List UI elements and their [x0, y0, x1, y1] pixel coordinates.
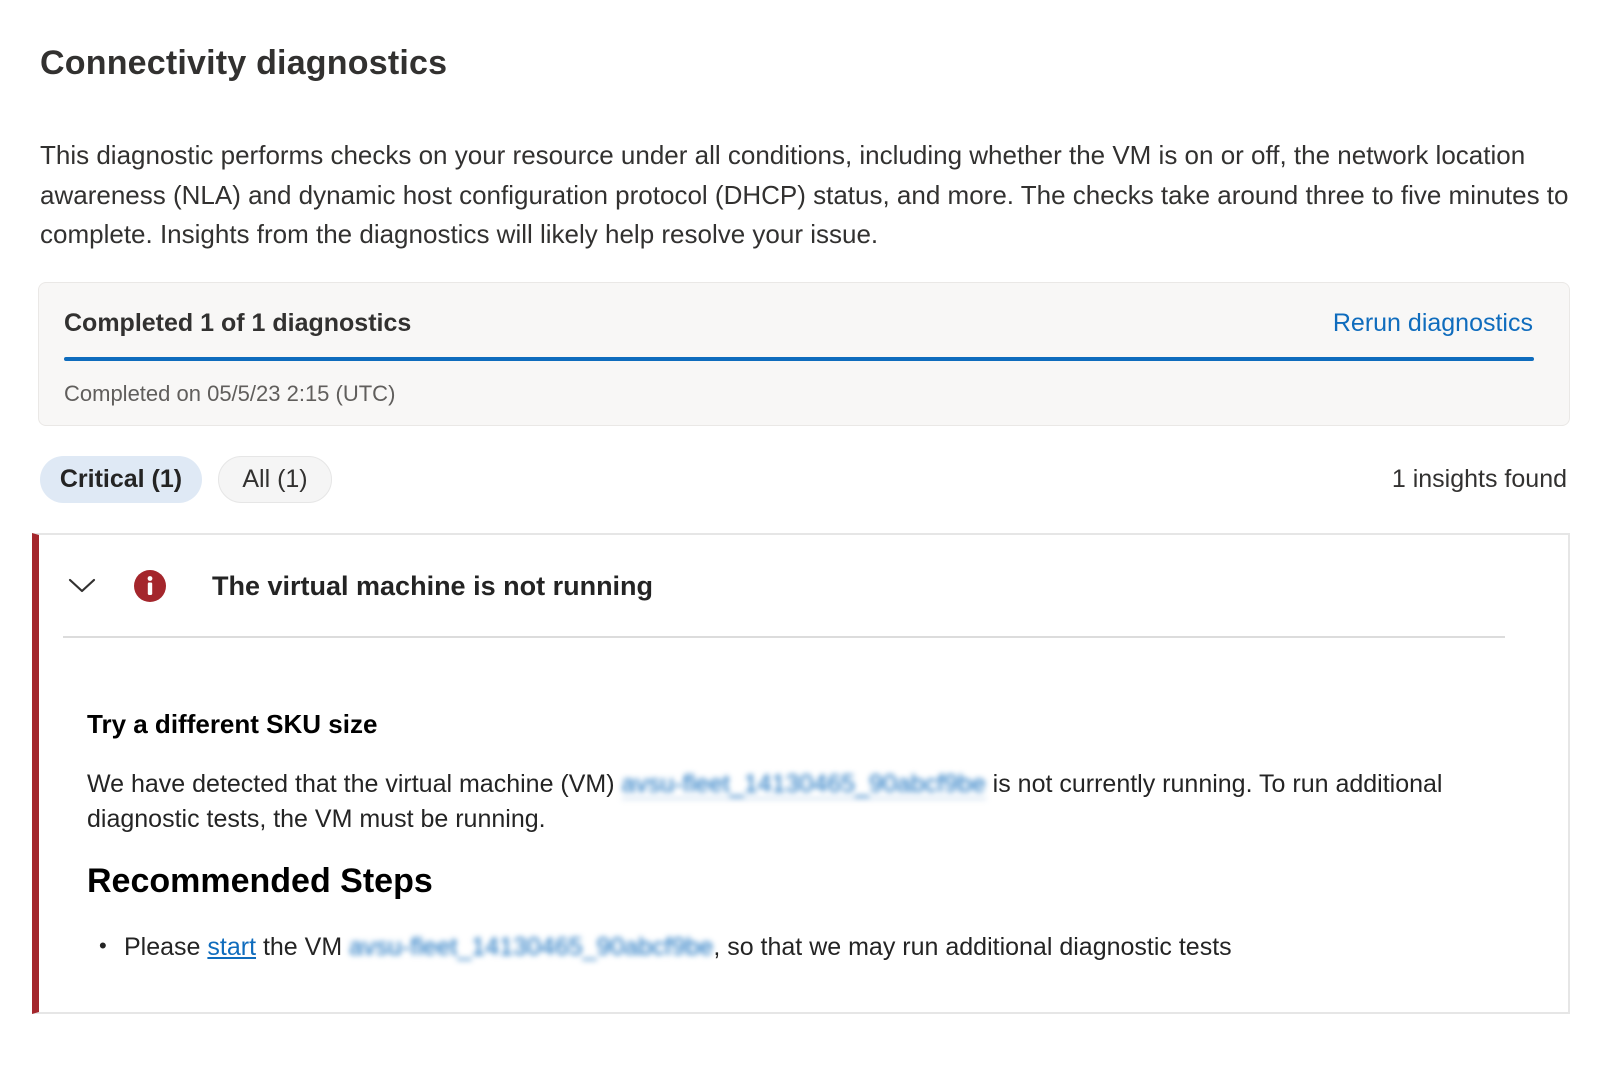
filter-critical-button[interactable]: Critical (1) — [40, 456, 202, 503]
start-vm-link[interactable]: start — [207, 933, 256, 961]
insight-detail: We have detected that the virtual machin… — [87, 767, 1487, 837]
filter-all-button[interactable]: All (1) — [218, 456, 332, 503]
recommended-steps-heading: Recommended Steps — [87, 862, 433, 900]
critical-error-icon — [134, 570, 166, 602]
page-title: Connectivity diagnostics — [40, 44, 448, 82]
vm-name-link[interactable]: avsu-fleet_14130465_90abcf9be — [621, 770, 986, 799]
chevron-down-icon[interactable] — [67, 575, 97, 595]
insight-divider — [63, 636, 1505, 638]
step-middle: the VM — [256, 933, 350, 961]
section-heading: Try a different SKU size — [87, 709, 378, 739]
list-item: • Please start the VM avsu-fleet_14130465… — [99, 933, 1499, 962]
diagnostics-progress-card: Completed 1 of 1 diagnostics Rerun diagn… — [38, 282, 1570, 426]
page-description: This diagnostic performs checks on your … — [40, 140, 1569, 249]
bullet-icon: • — [99, 933, 107, 958]
insight-title: The virtual machine is not running — [212, 571, 654, 601]
insight-card: The virtual machine is not running Try a… — [32, 533, 1570, 1014]
connectivity-diagnostics-page: Connectivity diagnostics This diagnostic… — [0, 0, 1600, 1072]
completed-timestamp: Completed on 05/5/23 2:15 (UTC) — [64, 381, 396, 406]
detail-prefix: We have detected that the virtual machin… — [87, 770, 622, 798]
progress-bar — [64, 357, 1534, 361]
vm-name-link-2[interactable]: avsu-fleet_14130465_90abcf9be — [349, 933, 713, 961]
insights-found-count: 1 insights found — [1391, 465, 1567, 493]
step-prefix: Please — [124, 933, 208, 961]
rerun-diagnostics-link[interactable]: Rerun diagnostics — [1333, 309, 1533, 338]
recommended-steps-list: • Please start the VM avsu-fleet_14130465… — [99, 933, 1499, 962]
step-suffix: , so that we may run additional diagnost… — [713, 933, 1232, 961]
progress-bar-fill — [64, 357, 1534, 361]
progress-label: Completed 1 of 1 diagnostics — [64, 309, 412, 337]
